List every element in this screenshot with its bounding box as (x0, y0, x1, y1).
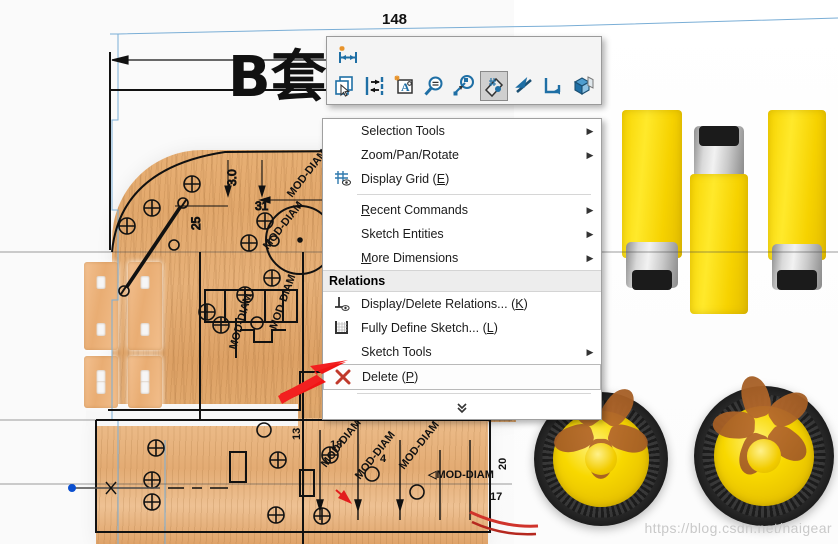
menu-label: Display Grid (E) (361, 172, 450, 186)
menu-item-selection-tools[interactable]: Selection Tools ▶ (323, 119, 601, 143)
wheel-center (747, 439, 781, 473)
menu-item-sketch-tools[interactable]: Sketch Tools ▶ (323, 340, 601, 364)
toolbar-row-secondary: A (331, 70, 597, 102)
sketch-relations-button[interactable] (450, 71, 478, 101)
submenu-arrow-icon: ▶ (586, 149, 594, 160)
quick-snaps-icon (365, 77, 383, 95)
motor-body (690, 174, 748, 314)
smart-dimension-button[interactable] (333, 40, 363, 70)
zoom-to-selection-button[interactable] (420, 71, 448, 101)
annotation-arrow (278, 360, 348, 404)
menu-item-display-delete-relations[interactable]: Display/Delete Relations... (K) (323, 292, 601, 316)
magnifier-icon (424, 76, 443, 96)
motor-cap (699, 126, 739, 146)
expand-menu-chevron-down-icon[interactable] (323, 397, 601, 419)
menu-label: Sketch Tools (361, 345, 432, 359)
menu-divider (357, 194, 591, 195)
menu-label: RRecent Commandsecent Commands (361, 203, 468, 217)
submenu-arrow-icon: ▶ (586, 125, 594, 136)
menu-label: Selection Tools (361, 124, 445, 138)
note-button[interactable]: A (391, 71, 419, 101)
menu-item-sketch-entities[interactable]: Sketch Entities ▶ (323, 222, 601, 246)
quick-snaps-button[interactable] (361, 71, 389, 101)
isometric-view-button[interactable] (569, 71, 597, 101)
menu-icon-placeholder (327, 223, 357, 245)
isometric-cube-icon (574, 76, 594, 95)
submenu-arrow-icon: ▶ (586, 228, 594, 239)
section-header-relations: Relations (323, 270, 601, 292)
exit-sketch-button[interactable] (539, 71, 567, 101)
menu-item-display-grid[interactable]: Display Grid (E) (323, 167, 601, 191)
menu-item-more-dimensions[interactable]: More Dimensions ▶ (323, 246, 601, 270)
perpendicular-eye-icon (327, 293, 357, 315)
submenu-arrow-icon: ▶ (586, 346, 594, 357)
plate-gap (86, 404, 298, 426)
display-grid-button[interactable] (479, 71, 508, 101)
context-toolbar[interactable]: A (326, 36, 602, 105)
menu-icon-placeholder (327, 247, 357, 269)
normal-to-icon (514, 76, 532, 93)
acrylic-bracket (128, 356, 162, 408)
menu-item-delete[interactable]: Delete (P) (323, 364, 601, 390)
motor-left (622, 110, 682, 290)
wheel-center (584, 442, 618, 476)
motor-cap (631, 270, 673, 290)
menu-label: Sketch Entities (361, 227, 444, 241)
watermark-text: https://blog.csdn.net/haigear (644, 520, 832, 536)
note-icon: A (394, 75, 414, 94)
acrylic-bracket (84, 356, 118, 408)
context-menu[interactable]: Selection Tools ▶ Zoom/Pan/Rotate ▶ Disp… (322, 118, 602, 420)
menu-icon-placeholder (327, 199, 357, 221)
menu-label: Zoom/Pan/Rotate (361, 148, 459, 162)
acrylic-bracket (128, 262, 162, 350)
fully-define-icon (327, 317, 357, 339)
smart-dimension-icon (339, 46, 357, 63)
menu-icon-placeholder (327, 144, 357, 166)
menu-item-fully-define-sketch[interactable]: Fully Define Sketch... (L) (323, 316, 601, 340)
select-other-button[interactable] (331, 71, 359, 101)
motor-center (690, 126, 748, 316)
toolbar-row-primary (333, 41, 363, 69)
submenu-arrow-icon: ▶ (586, 252, 594, 263)
motor-right (768, 110, 826, 290)
motor-body (622, 110, 682, 258)
acrylic-bracket (84, 262, 118, 350)
chassis-plate-lower (96, 418, 488, 544)
wheel-right (694, 372, 834, 526)
relations-icon (453, 75, 475, 96)
screenshot-root: 148 B套 3.0 31 25 MOD-DIAM MOD-DIAM MOD-D… (0, 0, 838, 544)
menu-item-recent-commands[interactable]: RRecent Commandsecent Commands ▶ (323, 198, 601, 222)
menu-item-zoom-pan-rotate[interactable]: Zoom/Pan/Rotate ▶ (323, 143, 601, 167)
menu-label: Delete (P) (362, 370, 419, 384)
menu-label: Display/Delete Relations... (K) (361, 297, 528, 311)
motor-cap (777, 270, 817, 290)
submenu-arrow-icon: ▶ (586, 204, 594, 215)
menu-label: More Dimensions (361, 251, 459, 265)
select-other-icon (335, 76, 353, 97)
grid-paint-icon (484, 77, 503, 98)
grid-eye-icon (327, 168, 357, 190)
normal-to-button[interactable] (510, 71, 538, 101)
menu-icon-placeholder (327, 120, 357, 142)
menu-divider (357, 393, 591, 394)
exit-sketch-icon (545, 78, 561, 95)
motor-body (768, 110, 826, 260)
menu-label: Fully Define Sketch... (L) (361, 321, 498, 335)
